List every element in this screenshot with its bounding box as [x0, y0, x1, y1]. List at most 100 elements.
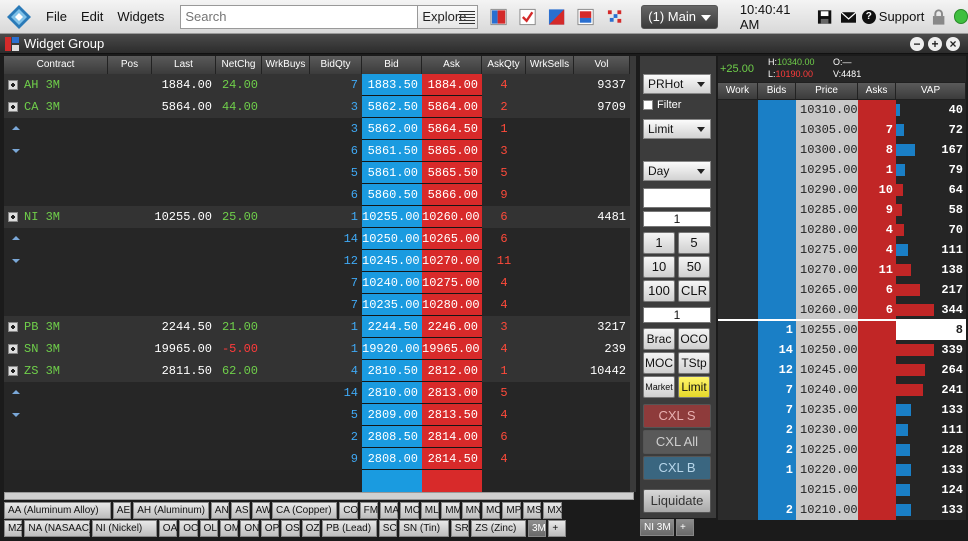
work-cell[interactable] — [718, 360, 758, 380]
table-row[interactable]: ZS 3M 2811.50 62.00 4 2810.50 2812.00 1 10442 — [4, 360, 634, 382]
bid-size-cell[interactable] — [758, 240, 796, 260]
ask-price[interactable]: 2814.50 — [422, 448, 482, 470]
bid-size-cell[interactable] — [758, 220, 796, 240]
square-flag-icon[interactable] — [577, 8, 594, 26]
filter-option[interactable]: Filter — [643, 99, 681, 111]
table-row[interactable]: SN 3M 19965.00 -5.00 1 19920.00 19965.00 4 239 — [4, 338, 634, 360]
bid-price[interactable]: 5861.50 — [362, 140, 422, 162]
menu-file[interactable]: File — [46, 9, 67, 24]
work-cell[interactable] — [718, 240, 758, 260]
ask-price[interactable]: 5865.00 — [422, 140, 482, 162]
bid-price[interactable]: 10235.00 — [362, 294, 422, 316]
bid-price[interactable]: 10240.00 — [362, 272, 422, 294]
work-cell[interactable] — [718, 320, 758, 340]
bid-price[interactable]: 5862.50 — [362, 96, 422, 118]
bid-size-cell[interactable] — [758, 100, 796, 120]
support-button[interactable]: ? Support — [861, 9, 924, 24]
work-cell[interactable] — [718, 220, 758, 240]
tab-ms[interactable]: MS — [522, 502, 542, 519]
ask-size-cell[interactable]: 10 — [858, 180, 896, 200]
table-row[interactable]: NI 3M 10255.00 25.00 1 10255.00 10260.00 6 4481 — [4, 206, 634, 228]
moc-button[interactable]: MOC — [643, 352, 675, 374]
ladder-header-bids[interactable]: Bids — [758, 83, 796, 99]
work-cell[interactable] — [718, 180, 758, 200]
tab-sr[interactable]: SR — [450, 520, 470, 537]
duration-select[interactable]: Day — [643, 161, 711, 181]
ladder-row[interactable]: 10290.00 10 64 — [718, 180, 966, 200]
ladder-row[interactable]: 10310.00 40 — [718, 100, 966, 120]
bid-size-cell[interactable] — [758, 160, 796, 180]
tab--[interactable]: + — [676, 519, 694, 536]
column-header-ask[interactable]: Ask — [422, 56, 482, 74]
ask-size-cell[interactable] — [858, 420, 896, 440]
ask-price[interactable]: 5865.50 — [422, 162, 482, 184]
ask-size-cell[interactable] — [858, 340, 896, 360]
tab-oa[interactable]: OA — [158, 520, 177, 537]
quantity-input[interactable]: 1 — [643, 211, 711, 227]
ladder-row[interactable]: 10300.00 8 167 — [718, 140, 966, 160]
ask-price[interactable]: 2813.00 — [422, 382, 482, 404]
ask-size-cell[interactable] — [858, 480, 896, 500]
bid-price[interactable]: 2808.00 — [362, 448, 422, 470]
tab-oc[interactable]: OC — [179, 520, 198, 537]
account-select[interactable]: PRHot — [643, 74, 711, 94]
search-input[interactable] — [181, 5, 418, 28]
work-cell[interactable] — [718, 380, 758, 400]
ask-size-cell[interactable] — [858, 500, 896, 520]
table-row[interactable]: 7 10235.00 10280.00 4 — [4, 294, 634, 316]
ask-size-cell[interactable]: 8 — [858, 140, 896, 160]
ask-price[interactable]: 10275.00 — [422, 272, 482, 294]
work-cell[interactable] — [718, 200, 758, 220]
tab-ca-copper-[interactable]: CA (Copper) — [272, 502, 338, 519]
bid-price[interactable]: 10245.00 — [362, 250, 422, 272]
work-cell[interactable] — [718, 280, 758, 300]
ladder-row[interactable]: 2 10225.00 128 — [718, 440, 966, 460]
bid-price[interactable]: 2810.50 — [362, 360, 422, 382]
tab-om[interactable]: OM — [220, 520, 240, 537]
tab-oz[interactable]: OZ — [301, 520, 320, 537]
tab-as[interactable]: AS — [231, 502, 250, 519]
table-row[interactable]: 2 2808.50 2814.00 6 — [4, 426, 634, 448]
ask-price[interactable]: 10270.00 — [422, 250, 482, 272]
ask-size-cell[interactable]: 6 — [858, 280, 896, 300]
lock-icon[interactable] — [932, 8, 945, 25]
bid-size-cell[interactable]: 7 — [758, 400, 796, 420]
qty-50-button[interactable]: 50 — [678, 256, 710, 278]
filter-checkbox[interactable] — [643, 100, 653, 110]
ladder-header-work[interactable]: Work — [718, 83, 758, 99]
tab-ol[interactable]: OL — [199, 520, 218, 537]
column-header-wrkbuys[interactable]: WrkBuys — [262, 56, 310, 74]
bid-size-cell[interactable] — [758, 480, 796, 500]
ask-size-cell[interactable] — [858, 440, 896, 460]
cancel-sells-button[interactable]: CXL S — [643, 404, 711, 428]
menu-widgets[interactable]: Widgets — [117, 9, 164, 24]
table-row[interactable]: 12 10245.00 10270.00 11 — [4, 250, 634, 272]
tab-co[interactable]: CO — [339, 502, 358, 519]
tab-an[interactable]: AN — [210, 502, 230, 519]
tab-zs-zinc-[interactable]: ZS (Zinc) — [471, 520, 526, 537]
ask-size-cell[interactable]: 11 — [858, 260, 896, 280]
work-cell[interactable] — [718, 480, 758, 500]
ladder-row[interactable]: 10305.00 7 72 — [718, 120, 966, 140]
tab-mc[interactable]: MC — [400, 502, 420, 519]
bid-size-cell[interactable]: 2 — [758, 440, 796, 460]
column-header-last[interactable]: Last — [152, 56, 216, 74]
ask-size-cell[interactable] — [858, 320, 896, 340]
ask-price[interactable]: 5866.00 — [422, 184, 482, 206]
menu-edit[interactable]: Edit — [81, 9, 103, 24]
column-header-vol[interactable]: Vol — [574, 56, 630, 74]
qty-100-button[interactable]: 100 — [643, 280, 675, 302]
ladder-row[interactable]: 2 10230.00 111 — [718, 420, 966, 440]
ask-price[interactable]: 2812.00 — [422, 360, 482, 382]
app-logo-icon[interactable] — [6, 4, 32, 30]
column-header-wrksells[interactable]: WrkSells — [526, 56, 574, 74]
ask-price[interactable]: 19965.00 — [422, 338, 482, 360]
tab-ae[interactable]: AE — [112, 502, 132, 519]
tab-sn-tin-[interactable]: SN (Tin) — [399, 520, 449, 537]
ask-price[interactable]: 10260.00 — [422, 206, 482, 228]
tab-mm[interactable]: MM — [441, 502, 462, 519]
work-cell[interactable] — [718, 120, 758, 140]
ask-size-cell[interactable]: 4 — [858, 220, 896, 240]
bid-size-cell[interactable] — [758, 260, 796, 280]
table-row[interactable]: 14 2810.00 2813.00 5 — [4, 382, 634, 404]
